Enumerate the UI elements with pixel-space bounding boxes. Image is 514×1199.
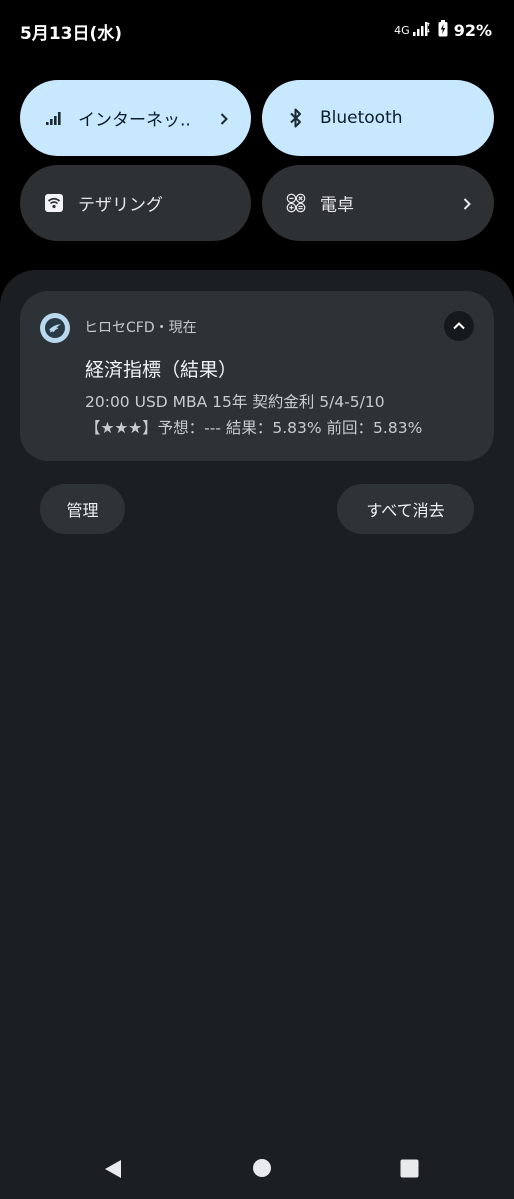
chevron-up-icon (453, 322, 465, 330)
tile-calculator[interactable]: 電卓 (262, 165, 494, 241)
notification-body: 20:00 USD MBA 15年 契約金利 5/4-5/10 【★★★】予想：… (85, 389, 422, 441)
battery-icon (438, 20, 448, 41)
battery-percent: 92% (453, 21, 492, 40)
notification-title: 経済指標（結果） (85, 359, 238, 381)
hotspot-icon (44, 193, 64, 213)
status-bar: 5月13日(水) 4G 92% (0, 0, 514, 62)
notification-body-line-2: 【★★★】予想：--- 結果：5.83% 前回：5.83% (85, 419, 423, 437)
signal-icon (44, 108, 64, 128)
network-type: 4G (394, 24, 410, 37)
back-icon[interactable] (102, 1158, 124, 1184)
clear-all-button[interactable]: すべて消去 (337, 484, 474, 534)
chevron-right-icon (217, 111, 231, 125)
tile-internet[interactable]: インターネッ.. (20, 80, 251, 156)
manage-button[interactable]: 管理 (40, 484, 125, 534)
tile-calculator-label: 電卓 (320, 195, 354, 216)
calculator-icon (286, 193, 306, 213)
app-logo-icon (40, 313, 70, 343)
tile-tethering[interactable]: テザリング (20, 165, 251, 241)
tile-bluetooth-label: Bluetooth (320, 108, 403, 128)
bluetooth-icon (286, 108, 306, 128)
cell-signal-icon (412, 21, 430, 41)
status-date: 5月13日(水) (20, 24, 123, 44)
notification-app-name: ヒロセCFD・現在 (84, 320, 197, 336)
tile-tethering-label: テザリング (78, 195, 163, 216)
home-icon[interactable] (252, 1158, 272, 1182)
tile-internet-label: インターネッ.. (78, 110, 191, 131)
notification-card[interactable]: ヒロセCFD・現在 経済指標（結果） 20:00 USD MBA 15年 契約金… (20, 291, 494, 461)
tile-bluetooth[interactable]: Bluetooth (262, 80, 494, 156)
recents-icon[interactable] (400, 1159, 419, 1182)
screen: 5月13日(水) 4G 92% インターネッ.. Bluetooth テザリング… (0, 0, 514, 1199)
status-icons: 4G 92% (394, 20, 492, 41)
notification-body-line-1: 20:00 USD MBA 15年 契約金利 5/4-5/10 (85, 393, 385, 411)
collapse-button[interactable] (444, 311, 474, 341)
chevron-right-icon (460, 196, 474, 210)
